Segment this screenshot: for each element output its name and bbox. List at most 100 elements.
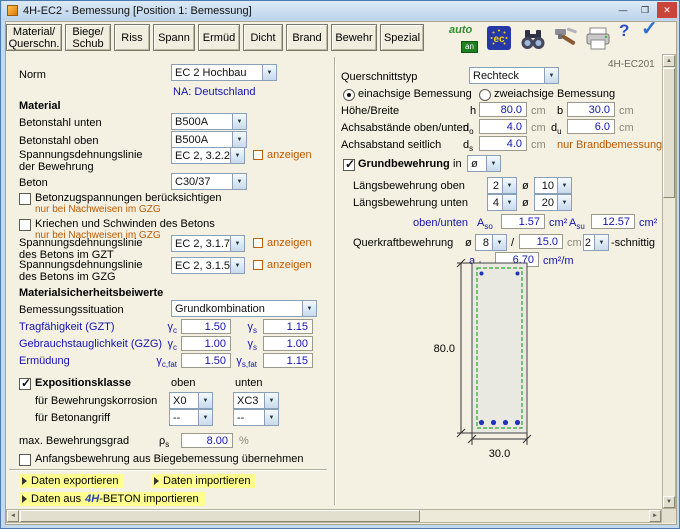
betonangriff-unten-select[interactable]: --▼ [233, 409, 279, 426]
chevron-down-icon: ▼ [230, 236, 244, 251]
eurocode-icon[interactable]: ec [487, 26, 511, 55]
percent-unit: % [239, 435, 249, 447]
breite-field[interactable]: 30.0 [567, 102, 615, 117]
maximize-button[interactable]: ❐ [635, 2, 655, 18]
schnittigkeit-select[interactable]: 2▼ [583, 234, 609, 251]
gamma-sfat-field[interactable]: 1.15 [263, 353, 313, 368]
grundbewehrung-checkbox[interactable] [343, 159, 355, 171]
einachsig-radio[interactable] [343, 89, 355, 101]
laengs-unten-anzahl-select[interactable]: 4▼ [487, 194, 517, 211]
auto-toggle-button[interactable]: auto an [449, 25, 481, 51]
expositionsklasse-checkbox[interactable] [19, 378, 31, 390]
achsabstand-seitlich-label: Achsabstand seitlich [341, 139, 441, 151]
korrosion-oben-select[interactable]: X0▼ [169, 392, 213, 409]
scroll-right-button[interactable]: ► [649, 510, 661, 522]
gamma-s-symbol: γs [215, 321, 257, 337]
rho-s-symbol: ρs [159, 435, 169, 451]
betonstahl-unten-select[interactable]: B500A▼ [171, 113, 247, 130]
norm-select[interactable]: EC 2 Hochbau▼ [171, 64, 277, 81]
title-bar: 4H-EC2 - Bemessung [Position 1: Bemessun… [2, 1, 678, 20]
anzeigen-bewehrung-checkbox[interactable] [253, 150, 263, 160]
window-title: 4H-EC2 - Bemessung [Position 1: Bemessun… [23, 5, 252, 17]
app-icon [7, 5, 18, 16]
betonangriff-oben-value: -- [170, 410, 198, 425]
kriechen-checkbox[interactable] [19, 219, 31, 231]
tab-dicht[interactable]: Dicht [243, 24, 283, 51]
anfangsbewehrung-checkbox[interactable] [19, 454, 31, 466]
laengs-oben-anzahl-select[interactable]: 2▼ [487, 177, 517, 194]
querschnittstyp-select[interactable]: Rechteck▼ [469, 67, 559, 84]
na-note: NA: Deutschland [173, 86, 256, 98]
daten-importieren-button[interactable]: Daten importieren [151, 474, 256, 488]
close-button[interactable]: ✕ [657, 2, 677, 18]
schnittigkeit-value: 2 [584, 235, 594, 250]
bemessungssituation-select[interactable]: Grundkombination▼ [171, 300, 317, 317]
schnittig-label: -schnittig [611, 237, 655, 249]
vertical-scrollbar[interactable]: ▲ ▼ [662, 54, 676, 509]
bewehrungsgrad-field[interactable]: 8.00 [181, 433, 233, 448]
scroll-up-button[interactable]: ▲ [663, 55, 675, 67]
play-icon [22, 495, 27, 503]
cm2-unit: cm² [639, 217, 657, 229]
laengs-unten-durchmesser-select[interactable]: 20▼ [534, 194, 572, 211]
betonzug-checkbox[interactable] [19, 193, 31, 205]
tab-spann[interactable]: Spann [153, 24, 195, 51]
tab-biege-schub[interactable]: Biege/ Schub [65, 24, 111, 51]
chevron-down-icon: ▼ [502, 178, 516, 193]
gamma-s-gzg-field[interactable]: 1.00 [263, 336, 313, 351]
scroll-down-button[interactable]: ▼ [663, 496, 675, 508]
cm-unit: cm [531, 105, 546, 117]
chevron-down-icon: ▼ [264, 393, 278, 408]
tab-material-querschnitt[interactable]: Material/ Querschn. [6, 24, 62, 51]
sdl-gzg-select[interactable]: EC 2, 3.1.5▼ [171, 257, 245, 274]
querkraft-durchmesser-select[interactable]: 8▼ [475, 234, 507, 251]
sdl-gzt-select[interactable]: EC 2, 3.1.7▼ [171, 235, 245, 252]
horizontal-scroll-thumb[interactable] [20, 510, 420, 522]
minimize-button[interactable]: — [613, 2, 633, 18]
in-label: in [453, 158, 462, 170]
h-symbol: h [470, 105, 476, 117]
achsabstand-oben-field[interactable]: 4.0 [479, 119, 527, 134]
daten-exportieren-button[interactable]: Daten exportieren [19, 474, 124, 488]
korrosion-label: für Bewehrungskorrosion [35, 395, 157, 407]
achsabstand-seitlich-field[interactable]: 4.0 [479, 136, 527, 151]
beton-select[interactable]: C30/37▼ [171, 173, 247, 190]
betonangriff-oben-select[interactable]: --▼ [169, 409, 213, 426]
achsabstand-unten-field[interactable]: 6.0 [567, 119, 615, 134]
tools-icon[interactable] [553, 27, 579, 56]
sdl-bewehrung-select[interactable]: EC 2, 3.2.2▼ [171, 147, 245, 164]
scroll-left-button[interactable]: ◄ [7, 510, 19, 522]
printer-icon[interactable] [585, 27, 611, 56]
einheit-select[interactable]: ø▼ [467, 155, 501, 172]
norm-value: EC 2 Hochbau [172, 65, 262, 80]
tab-spezial[interactable]: Spezial [380, 24, 424, 51]
daten-4hbeton-importieren-button[interactable]: Daten aus 4H -BETON importieren [19, 492, 205, 506]
anzeigen-gzt-checkbox[interactable] [253, 238, 263, 248]
tab-riss[interactable]: Riss [114, 24, 150, 51]
beton-label: Beton [19, 177, 48, 189]
gamma-s-gzt-field[interactable]: 1.15 [263, 319, 313, 334]
laengs-oben-durchmesser-select[interactable]: 10▼ [534, 177, 572, 194]
tab-brand[interactable]: Brand [286, 24, 328, 51]
laengs-oben-durchmesser-value: 10 [535, 178, 557, 193]
tab-bewehr[interactable]: Bewehr [331, 24, 377, 51]
querkraft-abstand-field[interactable]: 15.0 [519, 234, 563, 249]
module-code-label: 4H-EC201 [608, 59, 655, 70]
binoculars-icon[interactable] [519, 27, 547, 56]
horizontal-scrollbar[interactable]: ◄ ► [6, 509, 662, 523]
korrosion-unten-select[interactable]: XC3▼ [233, 392, 279, 409]
chevron-down-icon: ▼ [232, 174, 246, 189]
sdl-bewehrung-label: Spannungsdehnungslinie der Bewehrung [19, 149, 143, 173]
zweiachsig-radio[interactable] [479, 89, 491, 101]
help-button[interactable]: ? [619, 25, 629, 37]
hoehe-field[interactable]: 80.0 [479, 102, 527, 117]
gamma-c-symbol: γc [131, 338, 177, 354]
tab-ermued[interactable]: Ermüd [198, 24, 240, 51]
confirm-button[interactable]: ✓ [641, 23, 658, 35]
hoehe-breite-label: Höhe/Breite [341, 105, 399, 117]
anzeigen-gzg-checkbox[interactable] [253, 260, 263, 270]
vertical-scroll-thumb[interactable] [663, 68, 675, 198]
laengs-unten-anzahl-value: 4 [488, 195, 502, 210]
betonstahl-oben-select[interactable]: B500A▼ [171, 131, 247, 148]
bemessungssituation-value: Grundkombination [172, 301, 302, 316]
